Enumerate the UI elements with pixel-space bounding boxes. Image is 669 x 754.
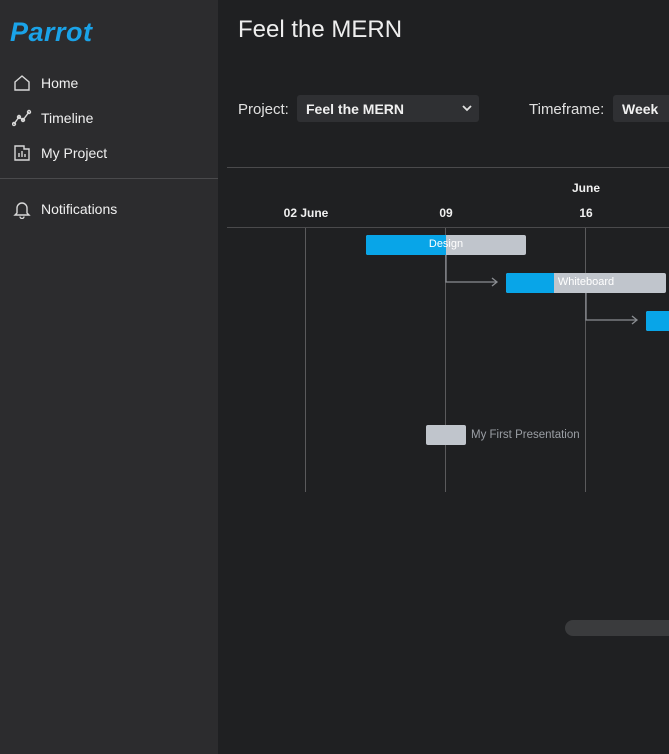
- sidebar-item-label: Notifications: [41, 201, 118, 217]
- horizontal-scrollbar[interactable]: [565, 620, 669, 636]
- bell-icon: [13, 202, 31, 219]
- gantt-task-bar[interactable]: [646, 311, 669, 331]
- gantt-header-divider: [227, 227, 669, 228]
- timeline-icon: [12, 109, 32, 127]
- gantt-gridline: [585, 228, 586, 492]
- gantt-top-divider: [227, 167, 669, 168]
- sidebar-item-label: Home: [41, 75, 79, 91]
- gantt-milestone-bar[interactable]: [426, 425, 466, 445]
- project-select[interactable]: Feel the MERN: [297, 95, 479, 122]
- sidebar-item-my-project[interactable]: My Project: [12, 141, 107, 165]
- task-progress-fill: [646, 311, 669, 331]
- app-logo[interactable]: Parrot: [10, 19, 93, 46]
- gantt-date-label: 02 June: [283, 206, 329, 220]
- page-title: Feel the MERN: [238, 16, 403, 43]
- task-label: Design: [428, 238, 464, 250]
- timeframe-select[interactable]: Week: [613, 95, 669, 122]
- main-content: Feel the MERN Project: Feel the MERN Tim…: [218, 0, 669, 754]
- timeframe-label: Timeframe:: [529, 101, 605, 118]
- logo-text: Parrot: [10, 17, 93, 47]
- gantt-date-label: 09: [439, 206, 453, 220]
- sidebar-item-notifications[interactable]: Notifications: [12, 197, 117, 221]
- sidebar-item-home[interactable]: Home: [12, 71, 78, 95]
- home-icon: [14, 75, 30, 91]
- chart-icon: [14, 145, 30, 161]
- sidebar-divider: [0, 178, 218, 179]
- sidebar: Parrot Home Timeline My Project Notifica…: [0, 0, 218, 754]
- timeframe-select-value: Week: [622, 100, 659, 117]
- sidebar-item-label: Timeline: [41, 110, 94, 126]
- gantt-date-label: 16: [579, 206, 593, 220]
- gantt-gridline: [305, 228, 306, 492]
- chevron-down-icon: [462, 105, 472, 112]
- task-label: Whiteboard: [557, 276, 615, 288]
- task-label: My First Presentation: [471, 429, 580, 441]
- gantt-task-bar[interactable]: Design: [366, 235, 526, 255]
- project-select-value: Feel the MERN: [306, 100, 405, 117]
- gantt-month-label: June: [571, 181, 601, 195]
- gantt-task-bar[interactable]: Whiteboard: [506, 273, 666, 293]
- gantt-gridline: [445, 228, 446, 492]
- sidebar-item-timeline[interactable]: Timeline: [12, 106, 93, 130]
- project-label: Project:: [238, 101, 289, 118]
- sidebar-item-label: My Project: [41, 145, 108, 161]
